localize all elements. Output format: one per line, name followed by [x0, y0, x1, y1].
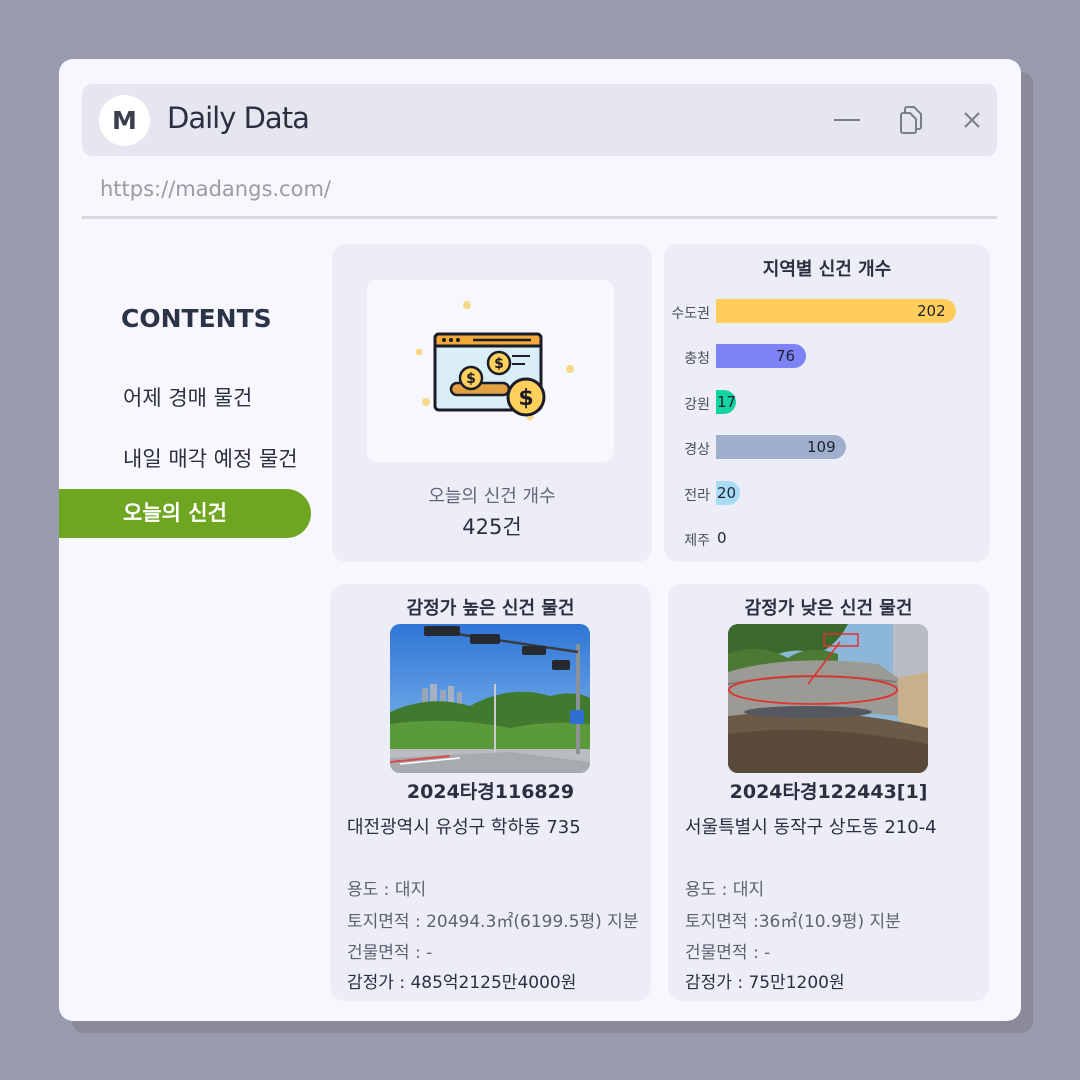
bar-value: 17 [717, 392, 737, 411]
bar-label: 강원 [684, 396, 710, 413]
restore-icon [900, 106, 922, 134]
title-bar: M Daily Data [82, 84, 997, 156]
low-appraisal-price: 감정가 : 75만1200원 [685, 973, 845, 993]
bar-value: 109 [807, 438, 836, 457]
high-land-area: 토지면적 : 20494.3㎡(6199.5평) 지분 [347, 912, 639, 932]
sidebar-item-tomorrow-sale[interactable]: 내일 매각 예정 물건 [123, 443, 298, 473]
minimize-icon [834, 119, 860, 121]
low-appraisal-card: 감정가 낮은 신건 물건 2024타경122443[1] 서울특별시 동작구 상… [668, 584, 989, 1001]
restore-button[interactable] [895, 104, 927, 136]
app-logo: M [99, 95, 150, 146]
bar-value: 202 [917, 302, 946, 320]
high-building-area: 건물면적 : - [347, 943, 433, 963]
high-appraisal-price: 감정가 : 485억2125만4000원 [347, 973, 577, 993]
land-photo-image [728, 624, 928, 773]
svg-text:$: $ [466, 371, 476, 387]
bar-value: 0 [717, 529, 727, 547]
svg-text:$: $ [494, 356, 504, 372]
app-window: M Daily Data https://madangs.com/ CONTEN… [59, 59, 1021, 1021]
bar-value: 76 [776, 347, 796, 366]
high-address: 대전광역시 유성구 학하동 735 [347, 817, 581, 838]
high-card-heading: 감정가 높은 신건 물건 [406, 598, 575, 619]
new-count-card: $ $ $ 오늘의 신건 개수 425건 [332, 244, 652, 562]
new-count-value: 425건 [462, 515, 522, 539]
money-window-icon: $ $ $ [415, 301, 574, 421]
low-case-number[interactable]: 2024타경122443[1] [668, 777, 989, 804]
close-icon [964, 112, 980, 128]
chart-title: 지역별 신건 개수 [762, 259, 892, 280]
region-chart-card: 지역별 신건 개수 수도권 202 충청 76 강원 17 경상 109 전라 20 제주 0 [664, 244, 990, 562]
low-address: 서울특별시 동작구 상도동 210-4 [685, 817, 937, 838]
high-appraisal-card: 감정가 높은 신건 물건 2024타경116829 대전광역시 유성구 학하동 … [330, 584, 651, 1001]
low-building-area: 건물면적 : - [685, 943, 771, 963]
minimize-button[interactable] [831, 104, 863, 136]
bar-label: 제주 [684, 533, 710, 549]
high-case-number[interactable]: 2024타경116829 [330, 777, 651, 804]
bar-label: 전라 [684, 487, 710, 504]
low-card-heading: 감정가 낮은 신건 물건 [744, 598, 913, 619]
close-button[interactable] [956, 104, 988, 136]
new-count-label: 오늘의 신건 개수 [428, 486, 556, 507]
low-land-area: 토지면적 :36㎡(10.9평) 지분 [685, 912, 901, 932]
sidebar-item-yesterday-auction[interactable]: 어제 경매 물건 [123, 382, 252, 412]
bar-label: 수도권 [671, 306, 710, 322]
sidebar-heading: CONTENTS [121, 304, 272, 333]
road-photo-image [390, 624, 590, 773]
low-usage: 용도 : 대지 [685, 880, 765, 900]
url-text[interactable]: https://madangs.com/ [100, 177, 331, 201]
bar-label: 경상 [684, 442, 710, 459]
header-divider [82, 216, 997, 219]
high-usage: 용도 : 대지 [347, 880, 427, 900]
sidebar-item-today-new[interactable]: 오늘의 신건 [59, 489, 311, 538]
bar-label: 충청 [684, 351, 710, 368]
illustration-panel: $ $ $ [367, 280, 614, 462]
svg-text:$: $ [518, 386, 533, 411]
app-title: Daily Data [167, 101, 310, 135]
low-item-photo[interactable] [728, 624, 928, 773]
high-item-photo[interactable] [390, 624, 590, 773]
bar-value: 20 [717, 483, 737, 502]
